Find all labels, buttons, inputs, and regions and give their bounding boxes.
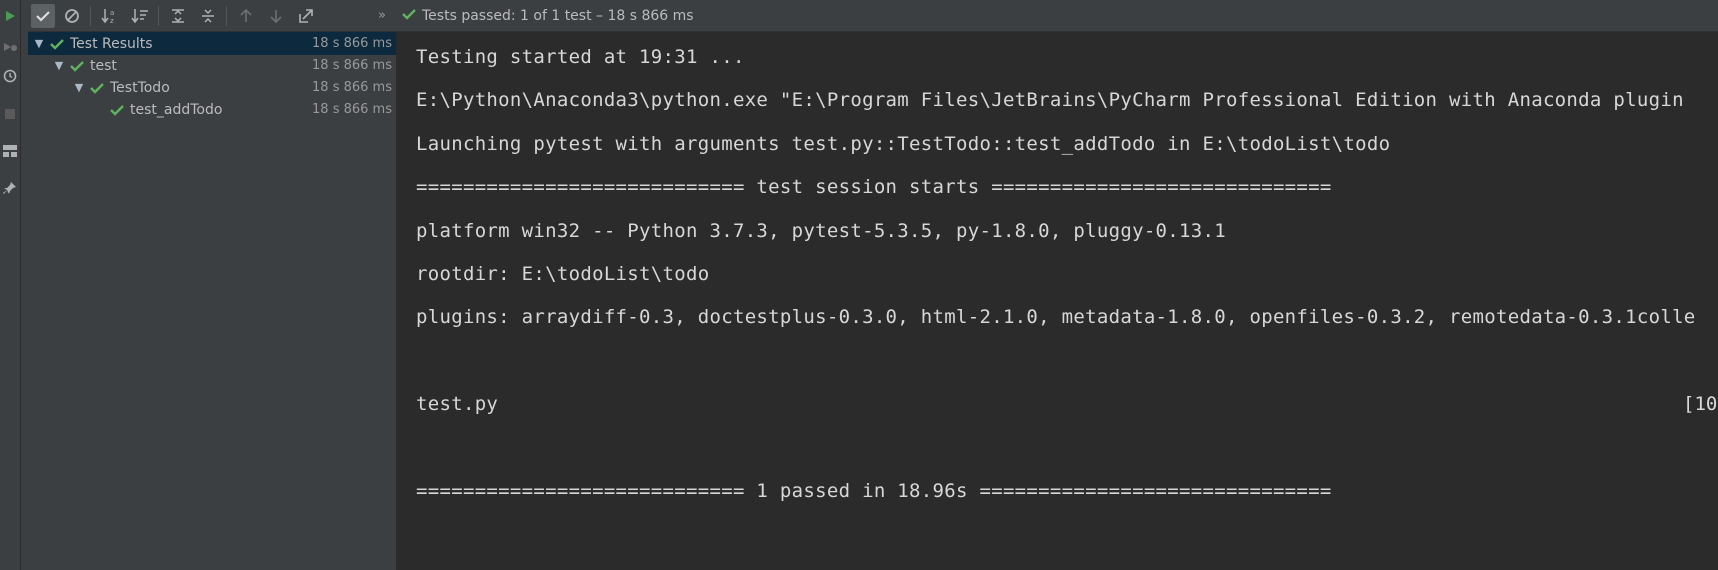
tree-item-duration: 18 s 866 ms [312,36,392,51]
status-text: Tests passed: 1 of 1 test – 18 s 866 ms [422,7,694,24]
tool-strip [0,0,21,570]
next-failed-icon[interactable] [264,4,288,28]
console-line: test.py [416,393,499,415]
tree-item-test-results[interactable]: ▼ Test Results 18 s 866 ms [28,32,396,55]
expand-arrow-icon[interactable]: ▼ [32,37,46,50]
rerun-icon[interactable] [0,6,20,26]
console-line: Testing started at 19:31 ... [416,46,745,68]
show-passed-icon[interactable] [31,4,55,28]
toggle-auto-test-icon[interactable] [0,66,20,86]
sort-by-duration-icon[interactable] [128,4,152,28]
test-toolbar: az » Tests passed: 1 of 1 test – 18 s 86… [28,0,1718,32]
more-actions-icon[interactable]: » [378,0,386,31]
stop-icon[interactable] [0,104,20,124]
test-results-tree: ▼ Test Results 18 s 866 ms ▼ test 18 s 8… [28,32,397,570]
svg-text:z: z [110,17,114,24]
passed-check-icon [70,60,84,72]
tree-item-label: test [90,57,117,74]
tree-item-duration: 18 s 866 ms [312,102,392,117]
console-line: Launching pytest with arguments test.py:… [416,133,1391,155]
collapse-all-icon[interactable] [196,4,220,28]
console-line: E:\Python\Anaconda3\python.exe "E:\Progr… [416,89,1684,111]
tree-item-duration: 18 s 866 ms [312,58,392,73]
console-line: ============================ 1 passed in… [416,480,1332,502]
expand-all-icon[interactable] [166,4,190,28]
passed-check-icon [402,8,416,24]
expand-arrow-icon[interactable]: ▼ [72,81,86,94]
passed-check-icon [50,38,64,50]
pin-icon[interactable] [0,178,20,198]
sort-alphabetically-icon[interactable]: az [98,4,122,28]
tree-item-testtodo[interactable]: ▼ TestTodo 18 s 866 ms [28,76,396,99]
show-ignored-icon[interactable] [60,4,84,28]
export-results-icon[interactable] [294,4,318,28]
passed-check-icon [90,82,104,94]
layout-icon[interactable] [0,141,20,161]
console-output[interactable]: Testing started at 19:31 ... E:\Python\A… [397,32,1718,570]
expand-arrow-icon[interactable]: ▼ [52,59,66,72]
tree-item-test-addtodo[interactable]: test_addTodo 18 s 866 ms [28,98,396,121]
tree-item-label: Test Results [70,35,153,52]
console-line: rootdir: E:\todoList\todo [416,263,710,285]
progress-percent: [100%] [1683,393,1718,415]
tree-item-label: TestTodo [110,79,170,96]
svg-text:a: a [110,9,114,17]
rerun-failed-icon[interactable] [0,37,20,57]
passed-check-icon [110,104,124,116]
console-line: ============================ test sessio… [416,176,1332,198]
previous-failed-icon[interactable] [234,4,258,28]
console-line: platform win32 -- Python 3.7.3, pytest-5… [416,220,1226,242]
tree-item-test[interactable]: ▼ test 18 s 866 ms [28,54,396,77]
console-line: plugins: arraydiff-0.3, doctestplus-0.3.… [416,306,1696,328]
tree-item-label: test_addTodo [130,101,223,118]
test-status: Tests passed: 1 of 1 test – 18 s 866 ms [402,0,694,31]
tree-item-duration: 18 s 866 ms [312,80,392,95]
